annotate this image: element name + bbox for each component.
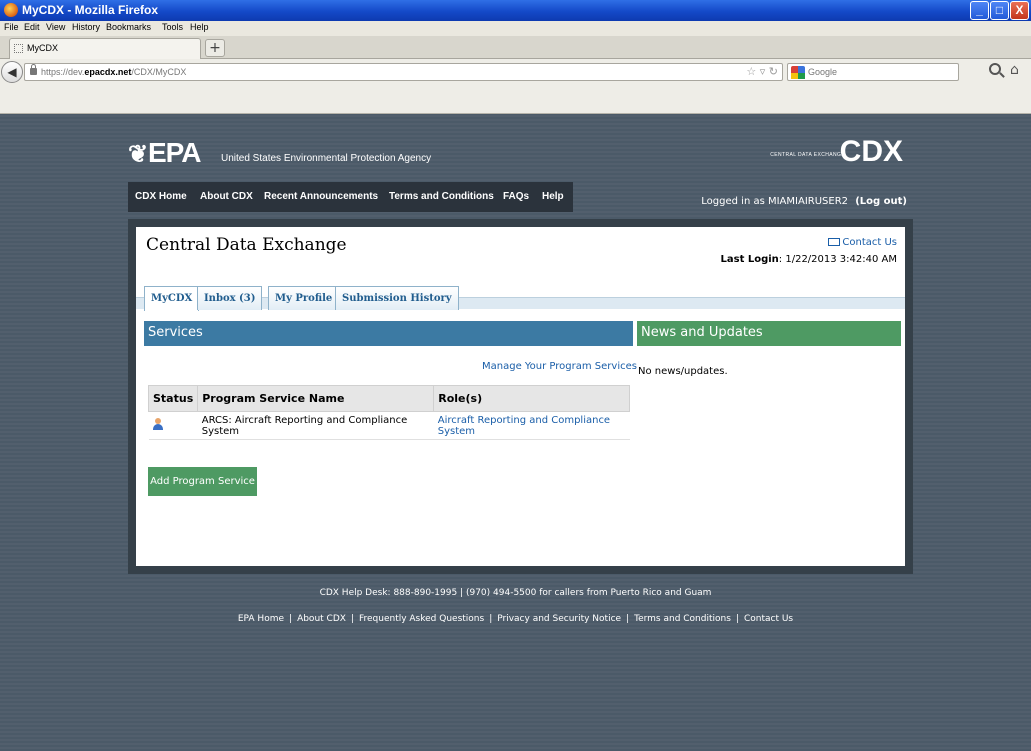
column-service-name: Program Service Name [197,385,435,412]
close-button[interactable]: X [1010,1,1029,20]
menu-help[interactable]: Help [190,22,209,32]
cdx-logo[interactable]: CDX [840,135,903,169]
back-button[interactable]: ◀ [1,61,23,83]
footer-about-cdx[interactable]: About CDX [297,614,346,624]
nav-cdx-home[interactable]: CDX Home [135,191,187,202]
google-icon [791,66,805,79]
epa-logo[interactable]: ❦EPA [128,137,201,169]
menu-view[interactable]: View [46,22,65,32]
search-icon[interactable] [989,63,1001,75]
person-icon [152,418,163,430]
browser-tab[interactable]: MyCDX [9,38,201,59]
browser-tab-title: MyCDX [27,43,58,53]
cdx-subtitle: CENTRAL DATA EXCHANGE [770,152,845,158]
helpdesk-text: CDX Help Desk: 888-890-1995 | (970) 494-… [319,588,712,598]
manage-program-services-link[interactable]: Manage Your Program Services [482,361,637,372]
footer-contact-us[interactable]: Contact Us [744,614,793,624]
tab-inbox[interactable]: Inbox (3) [197,286,263,310]
page-title: Central Data Exchange [146,235,347,255]
column-roles: Role(s) [433,385,630,412]
menu-file[interactable]: File [4,22,19,32]
footer-separator: | [626,614,630,624]
window-titlebar: MyCDX - Mozilla Firefox _ □ X [0,0,1031,21]
contact-us-link[interactable]: Contact Us [828,237,897,248]
firefox-icon [4,3,18,17]
nav-terms-conditions[interactable]: Terms and Conditions [389,191,494,202]
agency-name: United States Environmental Protection A… [221,153,432,164]
top-navigation: CDX Home About CDX Recent Announcements … [128,182,573,212]
tab-submission-history[interactable]: Submission History [335,286,459,310]
lock-icon [30,64,37,75]
nav-help[interactable]: Help [542,191,564,202]
url-text: https://dev.epacdx.net/CDX/MyCDX [41,67,187,77]
menu-edit[interactable]: Edit [24,22,40,32]
table-row: ARCS: Aircraft Reporting and Compliance … [148,411,630,440]
search-engine-label: Google [808,67,838,77]
tab-mycdx[interactable]: MyCDX [144,286,200,311]
window-title: MyCDX - Mozilla Firefox [22,3,159,17]
envelope-icon [828,238,841,246]
row-role: Aircraft Reporting and Compliance System [433,411,630,440]
logout-link[interactable]: (Log out) [855,196,907,207]
last-login: Last Login: 1/22/2013 3:42:40 AM [720,254,897,265]
browser-tab-strip: MyCDX + [0,36,1031,59]
search-bar[interactable]: Google [787,63,959,81]
footer-privacy[interactable]: Privacy and Security Notice [497,614,621,624]
row-service-name: ARCS: Aircraft Reporting and Compliance … [197,411,434,440]
menu-bar: File Edit View History Bookmarks Tools H… [0,21,1031,36]
footer-faq[interactable]: Frequently Asked Questions [359,614,484,624]
role-link[interactable]: Aircraft Reporting and Compliance System [438,415,610,437]
footer-separator: | [289,614,293,624]
main-panel: Central Data Exchange Contact Us Last Lo… [136,227,905,566]
browser-navbar: ◀ https://dev.epacdx.net/CDX/MyCDX ☆ ▿ ↻… [0,59,1031,114]
bookmark-star-icon[interactable]: ☆ ▿ ↻ [746,65,778,78]
user-status: Logged in as MIAMIAIRUSER2 (Log out) [701,196,907,207]
row-status [148,411,198,440]
news-empty-text: No news/updates. [638,366,728,377]
new-tab-button[interactable]: + [205,39,225,57]
tab-my-profile[interactable]: My Profile [268,286,340,310]
page-background: ❦EPA United States Environmental Protect… [0,115,1031,751]
nav-faqs[interactable]: FAQs [503,191,529,202]
home-icon[interactable]: ⌂ [1010,62,1019,78]
url-bar[interactable]: https://dev.epacdx.net/CDX/MyCDX ☆ ▿ ↻ [24,63,783,81]
table-header-row: Status Program Service Name Role(s) [147,385,630,412]
menu-history[interactable]: History [72,22,100,32]
menu-tools[interactable]: Tools [162,22,183,32]
nav-about-cdx[interactable]: About CDX [200,191,253,202]
logged-in-label: Logged in as MIAMIAIRUSER2 [701,196,849,207]
footer-separator: | [735,614,739,624]
news-heading: News and Updates [637,321,901,346]
nav-recent-announcements[interactable]: Recent Announcements [264,191,378,202]
content-frame: Central Data Exchange Contact Us Last Lo… [128,219,913,574]
footer-separator: | [350,614,354,624]
page-favicon-icon [14,44,23,53]
site-header: ❦EPA United States Environmental Protect… [128,115,913,225]
maximize-button[interactable]: □ [990,1,1009,20]
footer-separator: | [489,614,493,624]
footer-links: EPA Home | About CDX | Frequently Asked Ques… [0,614,1031,624]
services-heading: Services [144,321,633,346]
footer-terms[interactable]: Terms and Conditions [634,614,731,624]
menu-bookmarks[interactable]: Bookmarks [106,22,151,32]
minimize-button[interactable]: _ [970,1,989,20]
column-status: Status [147,385,199,412]
footer-epa-home[interactable]: EPA Home [238,614,284,624]
epa-flower-icon: ❦ [128,141,148,168]
program-services-table: Status Program Service Name Role(s) ARCS… [147,385,630,440]
add-program-service-button[interactable]: Add Program Service [148,467,257,496]
